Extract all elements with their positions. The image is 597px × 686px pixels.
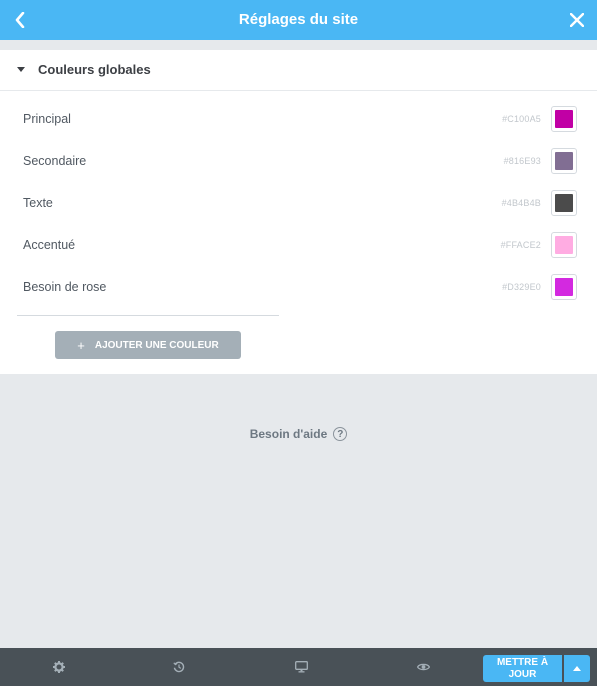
color-name: Principal: [23, 112, 71, 126]
color-row: Besoin de rose #D329E0: [0, 266, 597, 308]
color-hex: #816E93: [503, 156, 541, 166]
section-toggle-global-colors[interactable]: Couleurs globales: [0, 50, 597, 91]
color-row: Accentué #FFACE2: [0, 224, 597, 266]
color-name: Secondaire: [23, 154, 87, 168]
color-hex: #C100A5: [502, 114, 541, 124]
color-name: Texte: [23, 196, 53, 210]
color-row: Principal #C100A5: [0, 98, 597, 140]
global-colors-panel: Couleurs globales Principal #C100A5 Seco…: [0, 50, 597, 374]
history-icon[interactable]: [171, 659, 187, 675]
color-swatch: [555, 236, 573, 254]
color-picker-button[interactable]: [551, 148, 577, 174]
caret-up-icon[interactable]: [564, 655, 590, 682]
responsive-icon[interactable]: [293, 659, 309, 675]
color-row: Texte #4B4B4B: [0, 182, 597, 224]
color-swatch: [555, 194, 573, 212]
color-hex: #D329E0: [502, 282, 541, 292]
plus-icon: +: [77, 337, 85, 353]
divider: [17, 315, 279, 316]
close-icon[interactable]: [567, 10, 587, 30]
settings-icon[interactable]: [51, 659, 67, 675]
color-picker-button[interactable]: [551, 232, 577, 258]
section-title: Couleurs globales: [38, 62, 151, 77]
color-picker-button[interactable]: [551, 274, 577, 300]
caret-down-icon: [17, 67, 25, 72]
panel-title: Réglages du site: [238, 11, 359, 28]
question-icon: ?: [333, 427, 348, 441]
color-picker-button[interactable]: [551, 190, 577, 216]
color-picker-button[interactable]: [551, 106, 577, 132]
add-color-label: AJOUTER UNE COULEUR: [94, 339, 219, 351]
color-hex: #4B4B4B: [501, 198, 541, 208]
preview-icon[interactable]: [415, 659, 431, 675]
color-swatch: [555, 278, 573, 296]
color-row: Secondaire #816E93: [0, 140, 597, 182]
footer-toolbar: METTRE À JOUR: [0, 648, 597, 686]
help-label: Besoin d'aide: [249, 427, 328, 441]
panel-header: Réglages du site: [0, 0, 597, 40]
update-button[interactable]: METTRE À JOUR: [483, 655, 562, 682]
color-name: Accentué: [23, 238, 76, 252]
color-name: Besoin de rose: [23, 280, 107, 294]
color-swatch: [555, 152, 573, 170]
color-hex: #FFACE2: [500, 240, 541, 250]
help-link[interactable]: Besoin d'aide ?: [0, 424, 597, 444]
add-color-button[interactable]: + AJOUTER UNE COULEUR: [55, 331, 241, 359]
color-swatch: [555, 110, 573, 128]
